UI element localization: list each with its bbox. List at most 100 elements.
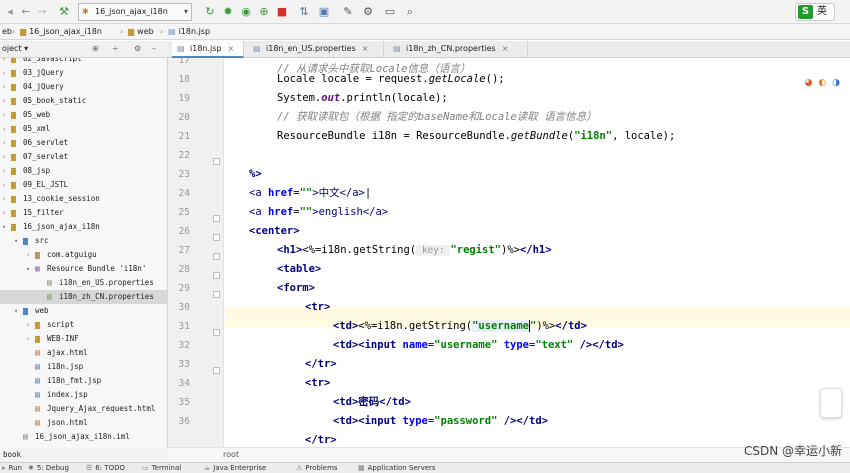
tree-item[interactable]: › ▆ 03_jQuery <box>0 66 167 80</box>
tree-item[interactable]: › ▆ WEB-INF <box>0 332 167 346</box>
fold-marker-icon[interactable] <box>213 234 220 241</box>
chevron-down-icon[interactable]: ▾ <box>2 220 10 234</box>
stop-icon[interactable]: ■ <box>274 4 290 20</box>
tree-item[interactable]: › ▆ 15_filter <box>0 206 167 220</box>
hide-panel-icon[interactable]: – <box>152 41 156 57</box>
tree-item[interactable]: ▤ i18n_zh_CN.properties <box>0 290 167 304</box>
fold-marker-icon[interactable] <box>213 367 220 374</box>
firefox-icon[interactable]: ◐ <box>818 78 826 88</box>
build-hammer-icon[interactable]: ⚒ <box>56 4 72 20</box>
fold-marker-icon[interactable] <box>213 272 220 279</box>
chevron-right-icon[interactable]: › <box>2 66 10 80</box>
tool-java-enterprise[interactable]: ☕ Java Enterprise <box>204 463 266 473</box>
tree-item[interactable]: › ▆ 05_xml <box>0 122 167 136</box>
fold-marker-icon[interactable] <box>213 253 220 260</box>
editor-tab[interactable]: ▤ i18n.jsp × <box>172 41 244 58</box>
tree-item[interactable]: ▤ 16_json_ajax_i18n.iml <box>0 430 167 444</box>
tree-item[interactable]: ▤ json.html <box>0 416 167 430</box>
tree-item[interactable]: ▾ ▆ src <box>0 234 167 248</box>
tool-debug[interactable]: ✹ 5: Debug <box>28 463 69 473</box>
run-configuration-select[interactable]: ✱ 16_json_ajax_i18n ▾ <box>78 3 192 21</box>
tree-item[interactable]: ▾ ▦ Resource Bundle 'i18n' <box>0 262 167 276</box>
project-view-select[interactable]: oject ▾ <box>2 41 28 57</box>
chevron-right-icon[interactable]: › <box>2 192 10 206</box>
terminal-icon[interactable]: ▭ <box>382 4 398 20</box>
breadcrumb-item[interactable]: ▆ 16_json_ajax_i18n <box>20 24 102 39</box>
chevron-right-icon[interactable]: › <box>2 136 10 150</box>
tool-todo[interactable]: ☰ 6: TODO <box>86 463 125 473</box>
editor-tab[interactable]: ▤ i18n_zh_CN.properties × <box>388 41 528 58</box>
tree-item[interactable]: ▾ ▆ web <box>0 304 167 318</box>
profile-icon[interactable]: ⊕ <box>256 4 272 20</box>
tree-item[interactable]: ▤ i18n_fmt.jsp <box>0 374 167 388</box>
tree-item[interactable]: › ▆ com.atguigu <box>0 248 167 262</box>
tree-item[interactable]: › ▆ 06_servlet <box>0 136 167 150</box>
close-icon[interactable]: × <box>502 44 509 53</box>
tool-problems[interactable]: ⚠ Problems <box>296 463 338 473</box>
tool-run[interactable]: ▸ Run <box>2 463 22 473</box>
ie-icon[interactable]: ◑ <box>832 78 840 88</box>
back-arrow-icon[interactable]: ← <box>18 4 34 20</box>
tree-item[interactable]: › ▆ 08_jsp <box>0 164 167 178</box>
chevron-right-icon[interactable]: › <box>2 58 10 66</box>
chevron-down-icon[interactable]: ▾ <box>14 234 22 248</box>
frame-icon[interactable]: ▣ <box>316 4 332 20</box>
project-structure-icon[interactable]: ⚙ <box>360 4 376 20</box>
tree-item[interactable]: ▤ ajax.html <box>0 346 167 360</box>
chevron-right-icon[interactable]: › <box>2 164 10 178</box>
tree-item[interactable]: › ▆ 02_Javascript <box>0 58 167 66</box>
chevron-right-icon[interactable]: › <box>2 94 10 108</box>
ime-indicator[interactable]: S 英 <box>795 3 835 21</box>
chevron-right-icon[interactable]: › <box>26 248 34 262</box>
editor-breadcrumb-root[interactable]: root <box>223 448 239 462</box>
close-icon[interactable]: × <box>227 44 234 53</box>
fold-marker-icon[interactable] <box>213 158 220 165</box>
chevron-down-icon[interactable]: ▾ <box>14 304 22 318</box>
collapse-icon[interactable]: ÷ <box>112 41 119 57</box>
tree-item-book[interactable]: book <box>0 448 168 462</box>
chevron-right-icon[interactable]: › <box>2 206 10 220</box>
rerun-icon[interactable]: ↻ <box>202 4 218 20</box>
breadcrumb-item[interactable]: ▆ web <box>128 24 154 39</box>
tree-item[interactable]: ▤ i18n.jsp <box>0 360 167 374</box>
chevron-right-icon[interactable]: › <box>2 178 10 192</box>
tree-item[interactable]: › ▆ 05_book_static <box>0 94 167 108</box>
fold-marker-icon[interactable] <box>213 329 220 336</box>
chevron-down-icon[interactable]: ▾ <box>26 262 34 276</box>
tree-item[interactable]: › ▆ 09_EL_JSTL <box>0 178 167 192</box>
breadcrumb-item[interactable]: ▤ i18n.jsp <box>168 24 210 39</box>
tree-item[interactable]: › ▆ 07_servlet <box>0 150 167 164</box>
chevron-right-icon[interactable]: › <box>2 122 10 136</box>
fold-marker-icon[interactable] <box>213 215 220 222</box>
coverage-icon[interactable]: ◉ <box>238 4 254 20</box>
forward-arrow-icon[interactable]: → <box>34 4 50 20</box>
code-editor[interactable]: // 从请求头中获取Locale信息（语言） Locale locale = r… <box>225 58 850 447</box>
chevron-right-icon[interactable]: › <box>2 150 10 164</box>
toolbar-menu-icon[interactable]: ◂ <box>2 4 18 20</box>
tree-item[interactable]: › ▆ 13_cookie_session <box>0 192 167 206</box>
chevron-right-icon[interactable]: › <box>2 108 10 122</box>
tool-application-servers[interactable]: ▦ Application Servers <box>358 463 436 473</box>
tree-item[interactable]: ▤ Jquery_Ajax_request.html <box>0 402 167 416</box>
update-icon[interactable]: ⇅ <box>296 4 312 20</box>
tree-item[interactable]: ▾ ▆ 16_json_ajax_i18n <box>0 220 167 234</box>
chevron-right-icon[interactable]: › <box>2 80 10 94</box>
chevron-right-icon[interactable]: › <box>26 332 34 346</box>
tool-terminal[interactable]: ▭ Terminal <box>142 463 181 473</box>
wrench-icon[interactable]: ✎ <box>340 4 356 20</box>
tree-item[interactable]: ▤ i18n_en_US.properties <box>0 276 167 290</box>
chevron-right-icon[interactable]: › <box>26 318 34 332</box>
tree-item[interactable]: › ▆ 04_jQuery <box>0 80 167 94</box>
locate-icon[interactable]: ⊕ <box>92 41 99 57</box>
search-icon[interactable]: ⌕ <box>402 4 418 20</box>
tree-item[interactable]: › ▆ script <box>0 318 167 332</box>
tree-item[interactable]: ▤ index.jsp <box>0 388 167 402</box>
close-icon[interactable]: × <box>362 44 369 53</box>
editor-tab[interactable]: ▤ i18n_en_US.properties × <box>248 41 384 58</box>
debug-bug-icon[interactable]: ✹ <box>220 4 236 20</box>
breadcrumb-item[interactable]: eb <box>2 24 12 39</box>
gear-icon[interactable]: ⚙ <box>134 41 141 57</box>
chrome-icon[interactable]: ◕ <box>805 78 813 88</box>
tree-item[interactable]: › ▆ 05_web <box>0 108 167 122</box>
floating-scroll-button[interactable] <box>820 388 842 418</box>
